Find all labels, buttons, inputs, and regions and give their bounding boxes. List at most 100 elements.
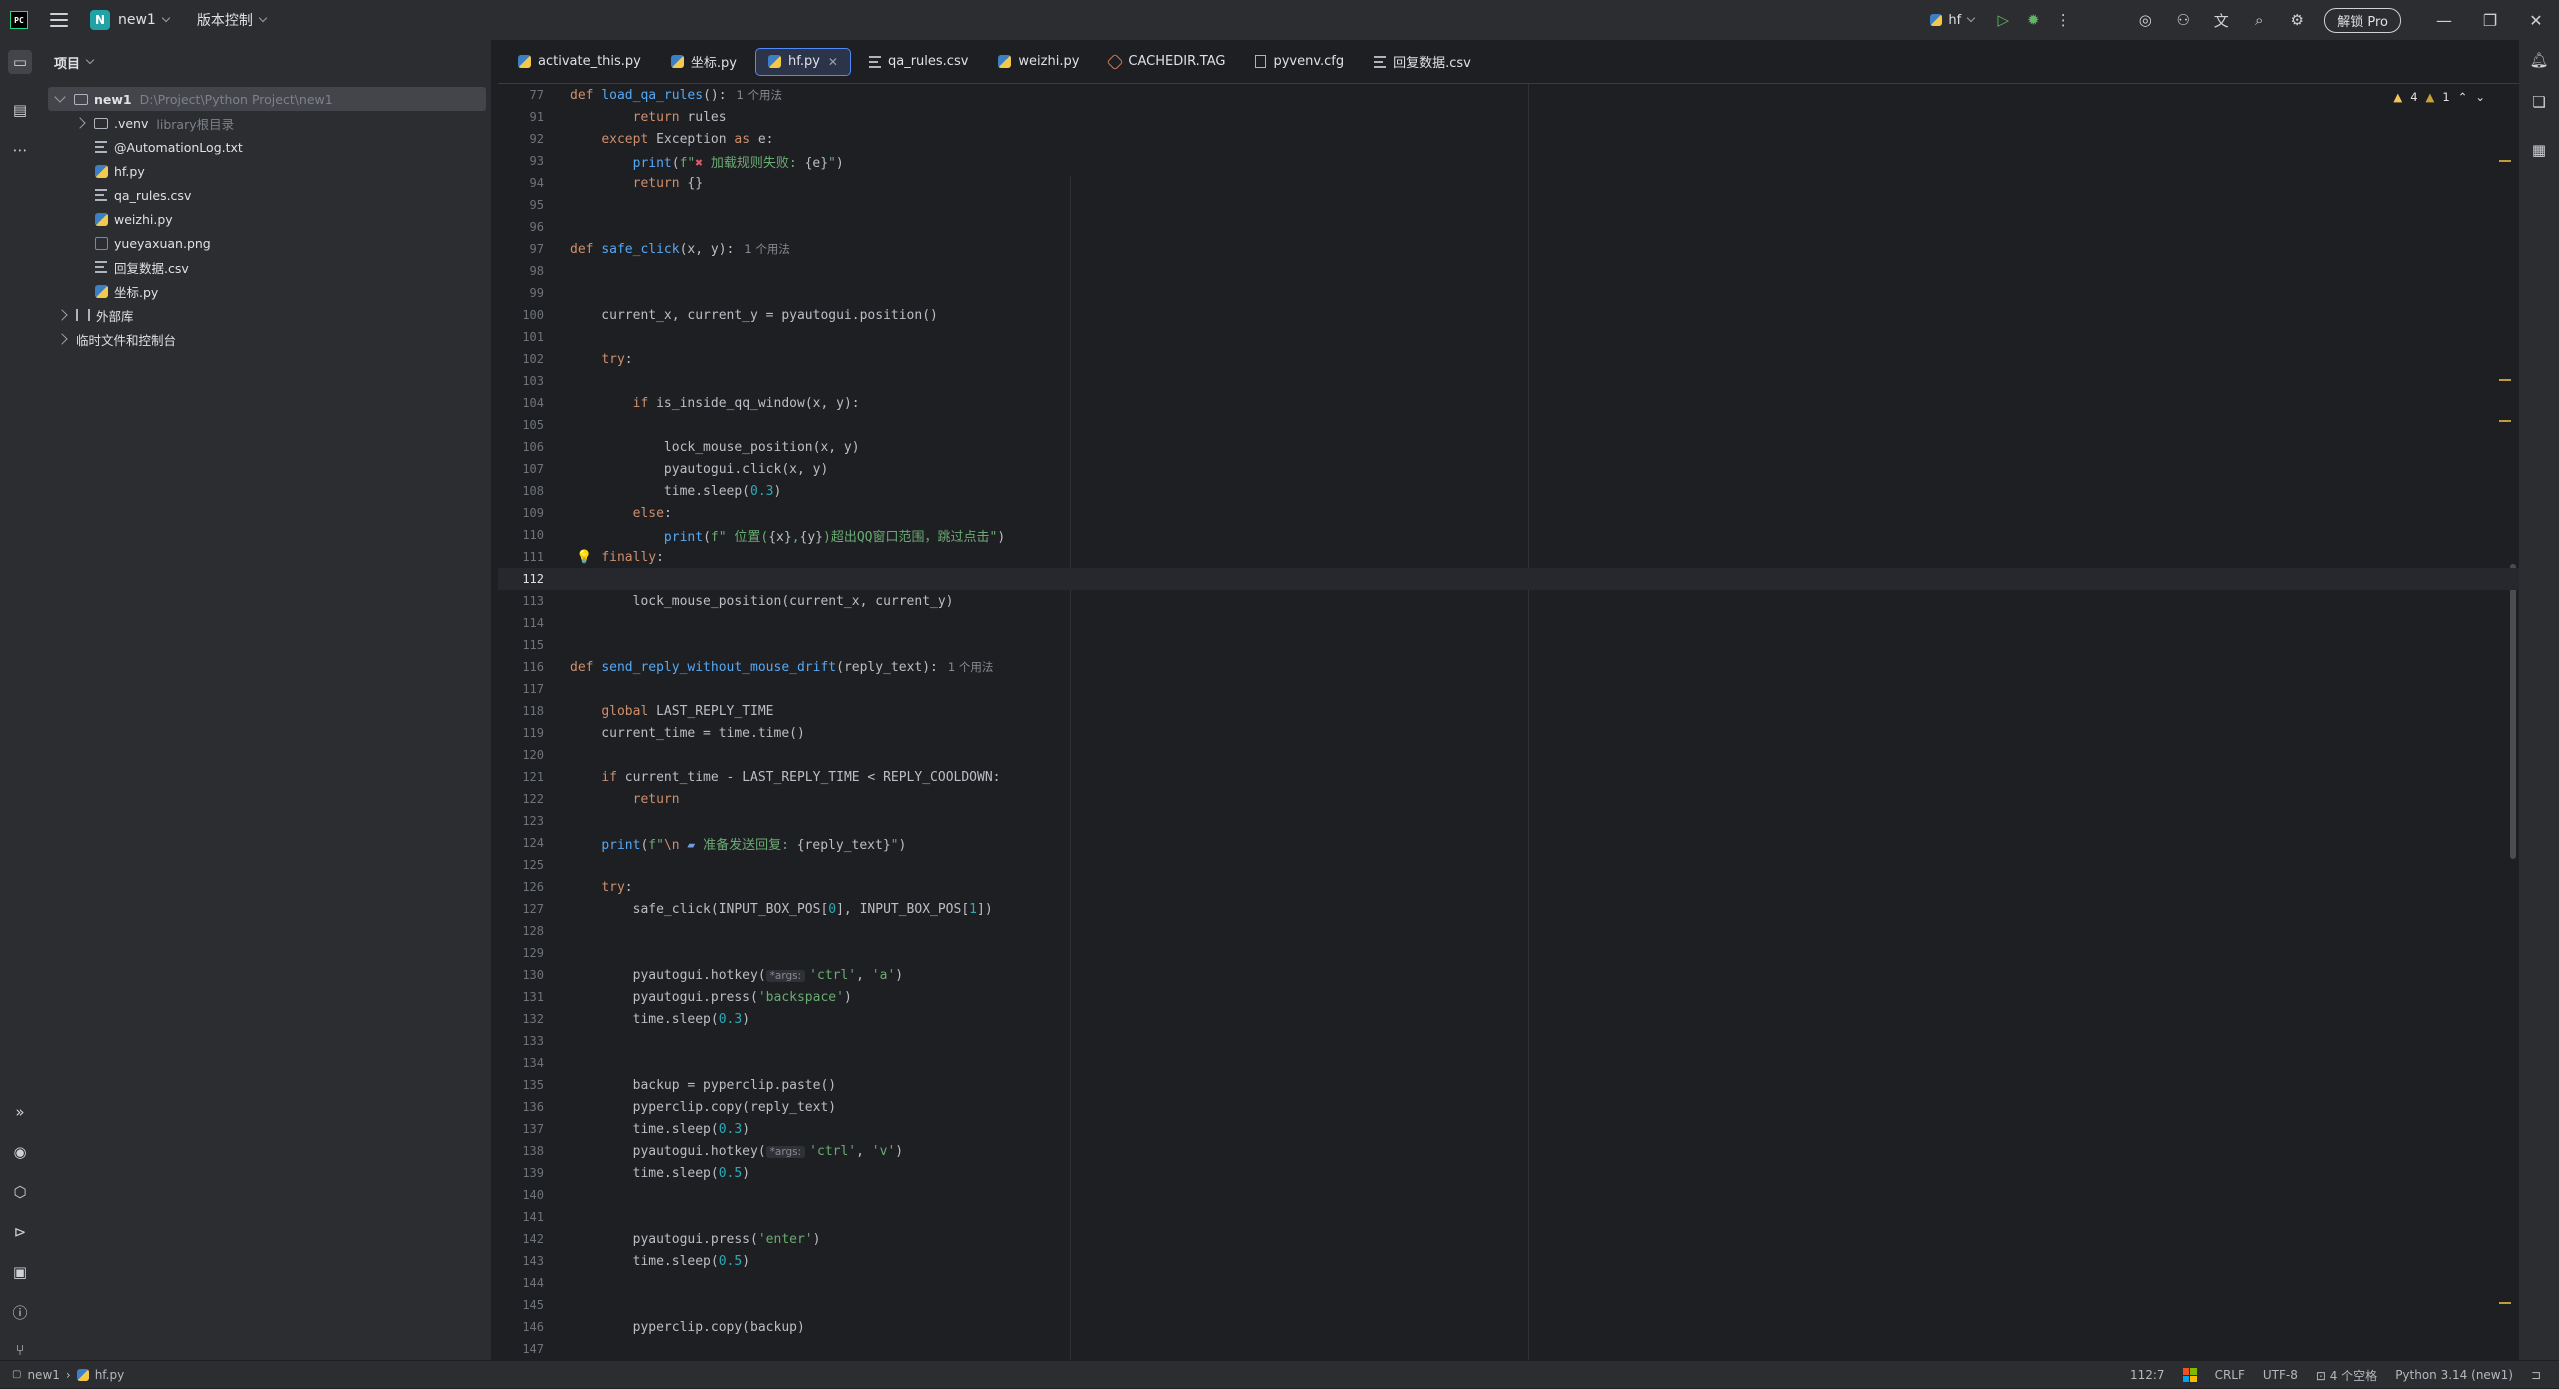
tree-file[interactable]: weizhi.py (40, 207, 492, 231)
vcs-menu[interactable]: 版本控制 (197, 10, 253, 30)
usage-hint[interactable]: 1 个用法 (948, 660, 993, 674)
line-number: 146 (522, 1320, 544, 1334)
minimize-icon[interactable]: — (2421, 0, 2467, 40)
file-encoding[interactable]: UTF-8 (2263, 1368, 2298, 1382)
line-number: 147 (522, 1342, 544, 1356)
restore-icon[interactable]: ❐ (2467, 0, 2513, 40)
code-line: 147 (498, 1338, 2519, 1360)
line-number: 112 (522, 572, 544, 586)
run-tool-icon[interactable]: ⊳ (8, 1220, 32, 1244)
project-tool-icon[interactable]: ▭ (8, 50, 32, 74)
expand-icon[interactable] (56, 333, 68, 345)
usage-hint[interactable]: 1 个用法 (737, 88, 782, 102)
line-number: 116 (522, 660, 544, 674)
code-line: 95 (498, 194, 2519, 216)
left-tool-strip: ▭ ▤ ⋯ » ◉ ⬡ ⊳ ▣ ⓘ ⑂ (0, 40, 40, 1360)
tab-weizhi[interactable]: weizhi.py (986, 48, 1091, 76)
caret-position[interactable]: 112:7 (2130, 1368, 2165, 1382)
chevron-down-icon[interactable] (258, 13, 268, 23)
line-separator[interactable]: CRLF (2215, 1368, 2245, 1382)
usage-hint[interactable]: 1 个用法 (744, 242, 789, 256)
tree-venv[interactable]: .venv library根目录 (40, 111, 492, 135)
more-tools-icon[interactable]: ⋯ (8, 138, 32, 162)
tab-reply-data[interactable]: 回复数据.csv (1362, 48, 1483, 76)
expand-icon[interactable] (74, 117, 86, 129)
tab-zuobiao[interactable]: 坐标.py (659, 48, 749, 76)
line-number: 138 (522, 1144, 544, 1158)
translate-icon[interactable]: 文 (2210, 9, 2232, 31)
code-line: 128 (498, 920, 2519, 942)
breadcrumb-file[interactable]: hf.py (95, 1368, 125, 1382)
code-line: 109 else: (498, 502, 2519, 524)
line-number: 91 (529, 110, 544, 124)
text-file-icon (95, 189, 107, 201)
code-line: 120 (498, 744, 2519, 766)
structure-tool-icon[interactable]: ▤ (8, 98, 32, 122)
ai-chat-icon[interactable]: ❏ (2527, 90, 2551, 114)
breadcrumb-project[interactable]: new1 (27, 1368, 59, 1382)
expand-icon[interactable] (54, 91, 66, 103)
code-line: 139 time.sleep(0.5) (498, 1162, 2519, 1184)
code-line: 145 (498, 1294, 2519, 1316)
project-panel-header[interactable]: 项目 (40, 40, 491, 84)
main-menu-icon[interactable] (50, 13, 68, 27)
tree-file[interactable]: 回复数据.csv (40, 255, 492, 279)
tab-cachedir[interactable]: CACHEDIR.TAG (1097, 48, 1237, 76)
expand-icon[interactable] (56, 309, 68, 321)
unlock-pro-button[interactable]: 解锁 Pro (2324, 7, 2401, 33)
code-line: 131 pyautogui.press('backspace') (498, 986, 2519, 1008)
tree-file[interactable]: hf.py (40, 159, 492, 183)
python-console-icon[interactable]: » (8, 1100, 32, 1124)
debug-icon[interactable]: ✹ (2022, 9, 2044, 31)
tab-pyvenv[interactable]: pyvenv.cfg (1243, 48, 1356, 76)
run-icon[interactable]: ▷ (1992, 9, 2014, 31)
chevron-down-icon[interactable] (85, 55, 95, 65)
problems-icon[interactable]: ⓘ (8, 1300, 32, 1324)
settings-icon[interactable]: ⚙ (2286, 9, 2308, 31)
tree-file[interactable]: 坐标.py (40, 279, 492, 303)
line-number: 109 (522, 506, 544, 520)
line-number: 97 (529, 242, 544, 256)
line-number: 92 (529, 132, 544, 146)
line-number: 120 (522, 748, 544, 762)
windows-logo-icon[interactable] (2182, 1368, 2197, 1382)
line-number: 99 (529, 286, 544, 300)
tree-scratches[interactable]: 临时文件和控制台 (40, 327, 492, 351)
tree-file[interactable]: yueyaxuan.png (40, 231, 492, 255)
tree-external-libs[interactable]: 外部库 (40, 303, 492, 327)
git-icon[interactable]: ⑂ (8, 1338, 32, 1362)
tree-file[interactable]: qa_rules.csv (40, 183, 492, 207)
add-user-icon[interactable]: ⚇ (2172, 9, 2194, 31)
code-editor[interactable]: ▲ 4 ▲ 1 ⌃ ⌄ 77 def load_qa_rules(): 1 个用法 91… (498, 84, 2519, 1360)
ai-assistant-icon[interactable]: ◎ (2134, 9, 2156, 31)
services-icon[interactable]: ⬡ (8, 1180, 32, 1204)
file-label: @AutomationLog.txt (114, 139, 243, 155)
code-line: 107 pyautogui.click(x, y) (498, 458, 2519, 480)
run-config-selector[interactable]: hf (1930, 13, 1976, 28)
search-icon[interactable]: ⌕ (2248, 9, 2270, 31)
project-name[interactable]: new1 (118, 12, 156, 28)
tree-root[interactable]: new1 D:\Project\Python Project\new1 (48, 87, 486, 111)
notifications-icon[interactable]: 🔔︎ (2527, 48, 2551, 72)
tree-file[interactable]: @AutomationLog.txt (40, 135, 492, 159)
terminal-icon[interactable]: ▣ (8, 1260, 32, 1284)
project-badge[interactable]: N (90, 10, 110, 30)
indent-widget[interactable]: ⊡ 4 个空格 (2316, 1367, 2377, 1384)
lock-icon[interactable]: ⊐ (2531, 1368, 2541, 1382)
more-icon[interactable]: ⋮ (2052, 9, 2074, 31)
chevron-down-icon[interactable] (161, 13, 171, 23)
sciview-icon[interactable]: ▦ (2527, 138, 2551, 162)
close-icon[interactable]: ✕ (828, 55, 838, 69)
tab-qa-rules[interactable]: qa_rules.csv (857, 48, 980, 76)
line-number: 139 (522, 1166, 544, 1180)
code-line: 116 def send_reply_without_mouse_drift(r… (498, 656, 2519, 678)
tab-label: activate_this.py (538, 54, 641, 69)
tab-hf[interactable]: hf.py ✕ (754, 47, 851, 76)
code-line: 97 def safe_click(x, y): 1 个用法 (498, 238, 2519, 260)
python-packages-icon[interactable]: ◉ (8, 1140, 32, 1164)
file-label: 坐标.py (114, 284, 159, 300)
python-interpreter[interactable]: Python 3.14 (new1) (2395, 1368, 2513, 1382)
close-icon[interactable]: ✕ (2513, 0, 2559, 40)
tab-activate-this[interactable]: activate_this.py (506, 48, 653, 76)
line-number: 113 (522, 594, 544, 608)
